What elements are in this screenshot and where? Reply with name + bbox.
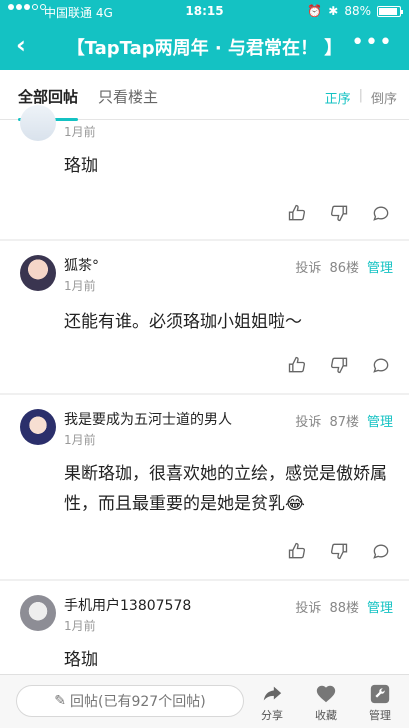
dislike-icon[interactable] [329, 203, 349, 223]
reply-button[interactable]: ✎ 回帖(已有927个回帖) [16, 685, 244, 717]
avatar[interactable] [20, 105, 56, 141]
reply-button-label: 回帖(已有927个回帖) [70, 694, 206, 710]
bluetooth-icon: ✱ [328, 4, 339, 18]
post-meta: 投诉 86楼 管理 [295, 257, 393, 276]
reply-filter-tabs: 全部回帖 只看楼主 正序 | 倒序 [0, 70, 409, 121]
comment-icon[interactable] [371, 203, 391, 223]
avatar[interactable] [20, 255, 56, 291]
report-link[interactable]: 投诉 [295, 257, 321, 276]
post-actions [287, 355, 391, 375]
floor-number: 87楼 [329, 415, 359, 430]
reply-post: 狐茶° 1月前 投诉 86楼 管理 还能有谁。必须珞珈小姐姐啦～ [0, 241, 409, 393]
like-icon[interactable] [287, 541, 307, 561]
post-time: 1月前 [64, 125, 96, 139]
post-actions [287, 541, 391, 561]
post-actions [287, 203, 391, 223]
avatar[interactable] [20, 409, 56, 445]
post-time: 1月前 [64, 619, 96, 633]
comment-icon[interactable] [371, 355, 391, 375]
sort-descending[interactable]: 倒序 [371, 88, 397, 107]
sort-ascending[interactable]: 正序 [325, 88, 351, 107]
dislike-icon[interactable] [329, 541, 349, 561]
floor-number: 88楼 [329, 601, 359, 616]
heart-icon [316, 685, 336, 703]
post-content: 珞珈 [64, 156, 98, 176]
more-options-icon[interactable]: ••• [351, 30, 393, 55]
manage-button[interactable]: 管理 [360, 683, 400, 723]
like-icon[interactable] [287, 203, 307, 223]
post-content: 还能有谁。必须珞珈小姐姐啦～ [64, 312, 302, 332]
avatar[interactable] [20, 595, 56, 631]
share-button[interactable]: 分享 [252, 683, 292, 723]
share-icon [263, 686, 282, 701]
back-icon[interactable]: ‹ [16, 32, 26, 58]
post-time: 1月前 [64, 279, 96, 293]
dislike-icon[interactable] [329, 355, 349, 375]
battery-percent: 88% [344, 4, 371, 18]
sort-toggle: 正序 | 倒序 [325, 88, 397, 107]
status-bar: 中国联通 4G 18:15 ⏰ ✱ 88% [0, 0, 409, 22]
share-label: 分享 [261, 709, 283, 722]
manage-link[interactable]: 管理 [367, 411, 393, 430]
post-username[interactable]: 我是要成为五河士道的男人 [64, 409, 232, 429]
wrench-icon [370, 684, 390, 704]
reply-post: 我是要成为五河士道的男人 1月前 投诉 87楼 管理 果断珞珈，很喜欢她的立绘，… [0, 395, 409, 579]
manage-label: 管理 [369, 709, 391, 722]
post-meta: 投诉 88楼 管理 [295, 597, 393, 616]
manage-link[interactable]: 管理 [367, 597, 393, 616]
post-username[interactable]: 狐茶° [64, 255, 99, 275]
post-username[interactable]: 手机用户13807578 [64, 595, 191, 615]
sort-separator: | [358, 88, 363, 103]
manage-link[interactable]: 管理 [367, 257, 393, 276]
favorite-button[interactable]: 收藏 [306, 683, 346, 723]
pencil-icon: ✎ [54, 693, 67, 709]
post-time: 1月前 [64, 433, 96, 447]
reply-post: 1月前 珞珈 [0, 105, 409, 239]
page-title: 【TapTap两周年 · 与君常在！ 】 [66, 38, 343, 59]
reply-post: 手机用户13807578 1月前 投诉 88楼 管理 珞珈 [0, 581, 409, 674]
alarm-icon: ⏰ [307, 4, 323, 18]
post-content: 果断珞珈，很喜欢她的立绘，感觉是傲娇属性，而且最重要的是她是贫乳😂 [64, 464, 387, 514]
tab-op-only[interactable]: 只看楼主 [98, 86, 158, 107]
battery-icon [377, 5, 403, 17]
comment-icon[interactable] [371, 541, 391, 561]
floor-number: 86楼 [329, 261, 359, 276]
post-meta: 投诉 87楼 管理 [295, 411, 393, 430]
nav-bar: ‹ 【TapTap两周年 · 与君常在！ 】 ••• [0, 22, 409, 70]
bottom-bar: ✎ 回帖(已有927个回帖) 分享 收藏 管理 [0, 674, 409, 728]
report-link[interactable]: 投诉 [295, 411, 321, 430]
favorite-label: 收藏 [315, 709, 337, 722]
post-content: 珞珈 [64, 650, 98, 670]
tab-all-replies[interactable]: 全部回帖 [18, 86, 79, 121]
like-icon[interactable] [287, 355, 307, 375]
report-link[interactable]: 投诉 [295, 597, 321, 616]
